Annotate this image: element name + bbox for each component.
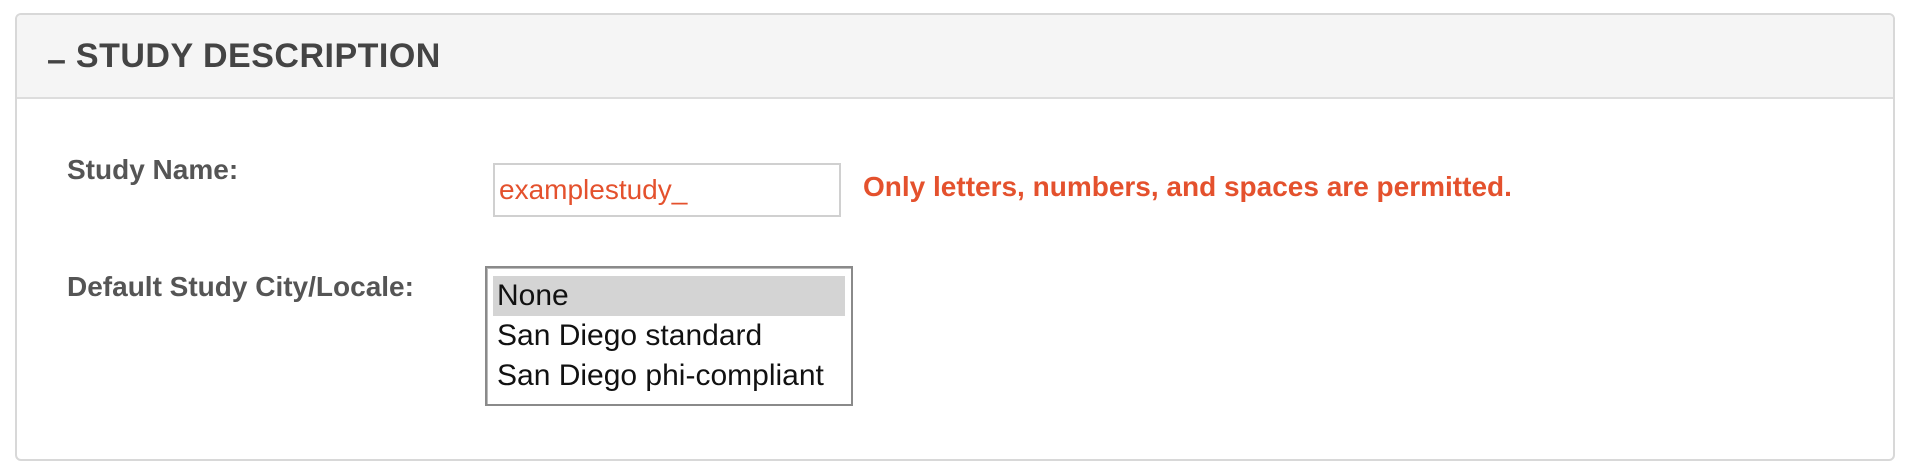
study-name-label: Study Name: (67, 154, 239, 185)
locale-option-none[interactable]: None (493, 276, 845, 316)
locale-option-san-diego-standard[interactable]: San Diego standard (493, 316, 845, 356)
study-description-panel: – STUDY DESCRIPTION Study Name: Only let… (15, 13, 1895, 461)
default-locale-label: Default Study City/Locale: (67, 271, 414, 302)
collapse-icon[interactable]: – (47, 43, 66, 77)
study-name-error-message: Only letters, numbers, and spaces are pe… (863, 171, 1512, 202)
panel-title: STUDY DESCRIPTION (75, 36, 441, 75)
panel-body: Study Name: Only letters, numbers, and s… (17, 99, 1893, 459)
default-locale-listbox[interactable]: None San Diego standard San Diego phi-co… (485, 266, 853, 406)
study-name-input[interactable] (493, 163, 841, 217)
panel-header[interactable]: – STUDY DESCRIPTION (17, 15, 1893, 99)
locale-option-san-diego-phi-compliant[interactable]: San Diego phi-compliant (493, 356, 845, 396)
